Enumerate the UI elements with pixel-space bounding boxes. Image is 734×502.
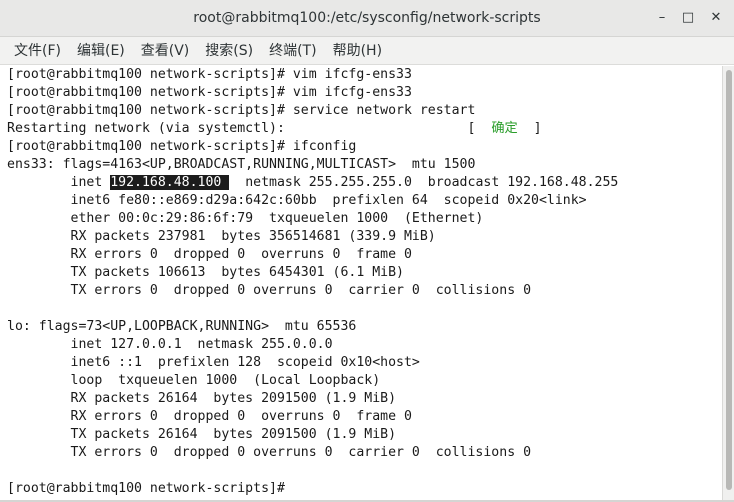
terminal-line: [root@rabbitmq100 network-scripts]# ifco… — [7, 139, 357, 154]
terminal-text: netmask 255.255.255.0 broadcast 192.168.… — [229, 175, 619, 190]
scrollbar-thumb[interactable] — [726, 70, 732, 490]
terminal-output[interactable]: [root@rabbitmq100 network-scripts]# vim … — [0, 66, 722, 500]
minimize-button[interactable]: – — [651, 7, 673, 29]
menu-help[interactable]: 帮助(H) — [327, 37, 388, 65]
title-bar: root@rabbitmq100:/etc/sysconfig/network-… — [0, 0, 734, 37]
terminal-line: ether 00:0c:29:86:6f:79 txqueuelen 1000 … — [7, 211, 484, 226]
terminal-line: TX errors 0 dropped 0 overruns 0 carrier… — [7, 283, 532, 298]
terminal-line: Restarting network (via systemctl): [ 确定… — [7, 120, 618, 138]
terminal-line: RX packets 237981 bytes 356514681 (339.9… — [7, 229, 436, 244]
terminal-line: inet 192.168.48.100 netmask 255.255.255.… — [7, 174, 618, 192]
scrollbar[interactable] — [722, 66, 734, 502]
terminal-line: TX packets 26164 bytes 2091500 (1.9 MiB) — [7, 427, 397, 442]
terminal-text: inet — [7, 175, 111, 190]
selected-ip-text[interactable]: 192.168.48.100 — [110, 175, 230, 190]
terminal-line: RX packets 26164 bytes 2091500 (1.9 MiB) — [7, 391, 397, 406]
terminal-line: ens33: flags=4163<UP,BROADCAST,RUNNING,M… — [7, 157, 476, 172]
menu-file[interactable]: 文件(F) — [8, 37, 67, 65]
terminal-line: inet 127.0.0.1 netmask 255.0.0.0 — [7, 337, 333, 352]
terminal-line: loop txqueuelen 1000 (Local Loopback) — [7, 373, 381, 388]
terminal-line: lo: flags=73<UP,LOOPBACK,RUNNING> mtu 65… — [7, 319, 357, 334]
menu-edit[interactable]: 编辑(E) — [71, 37, 131, 65]
menu-terminal[interactable]: 终端(T) — [263, 37, 322, 65]
terminal-line: [root@rabbitmq100 network-scripts]# vim … — [7, 85, 412, 100]
menu-bar: 文件(F) 编辑(E) 查看(V) 搜索(S) 终端(T) 帮助(H) — [0, 37, 734, 65]
terminal-line: inet6 fe80::e869:d29a:642c:60bb prefixle… — [7, 193, 587, 208]
window-title: root@rabbitmq100:/etc/sysconfig/network-… — [193, 10, 541, 26]
status-ok-text: 确定 — [491, 121, 518, 136]
terminal-text: ] — [517, 121, 542, 136]
terminal-line: [root@rabbitmq100 network-scripts]# — [7, 481, 293, 496]
terminal-line: RX errors 0 dropped 0 overruns 0 frame 0 — [7, 247, 412, 262]
close-button[interactable]: ✕ — [705, 7, 727, 29]
menu-search[interactable]: 搜索(S) — [199, 37, 259, 65]
terminal-line: [root@rabbitmq100 network-scripts]# vim … — [7, 67, 412, 82]
terminal-lines: [root@rabbitmq100 network-scripts]# vim … — [7, 66, 618, 498]
maximize-button[interactable]: □ — [677, 7, 699, 29]
terminal-text: Restarting network (via systemctl): [ — [7, 121, 492, 136]
terminal-line: [root@rabbitmq100 network-scripts]# serv… — [7, 103, 476, 118]
terminal-line: TX packets 106613 bytes 6454301 (6.1 MiB… — [7, 265, 404, 280]
terminal-line: RX errors 0 dropped 0 overruns 0 frame 0 — [7, 409, 412, 424]
menu-view[interactable]: 查看(V) — [135, 37, 196, 65]
terminal-line: TX errors 0 dropped 0 overruns 0 carrier… — [7, 445, 532, 460]
terminal-line: inet6 ::1 prefixlen 128 scopeid 0x10<hos… — [7, 355, 420, 370]
